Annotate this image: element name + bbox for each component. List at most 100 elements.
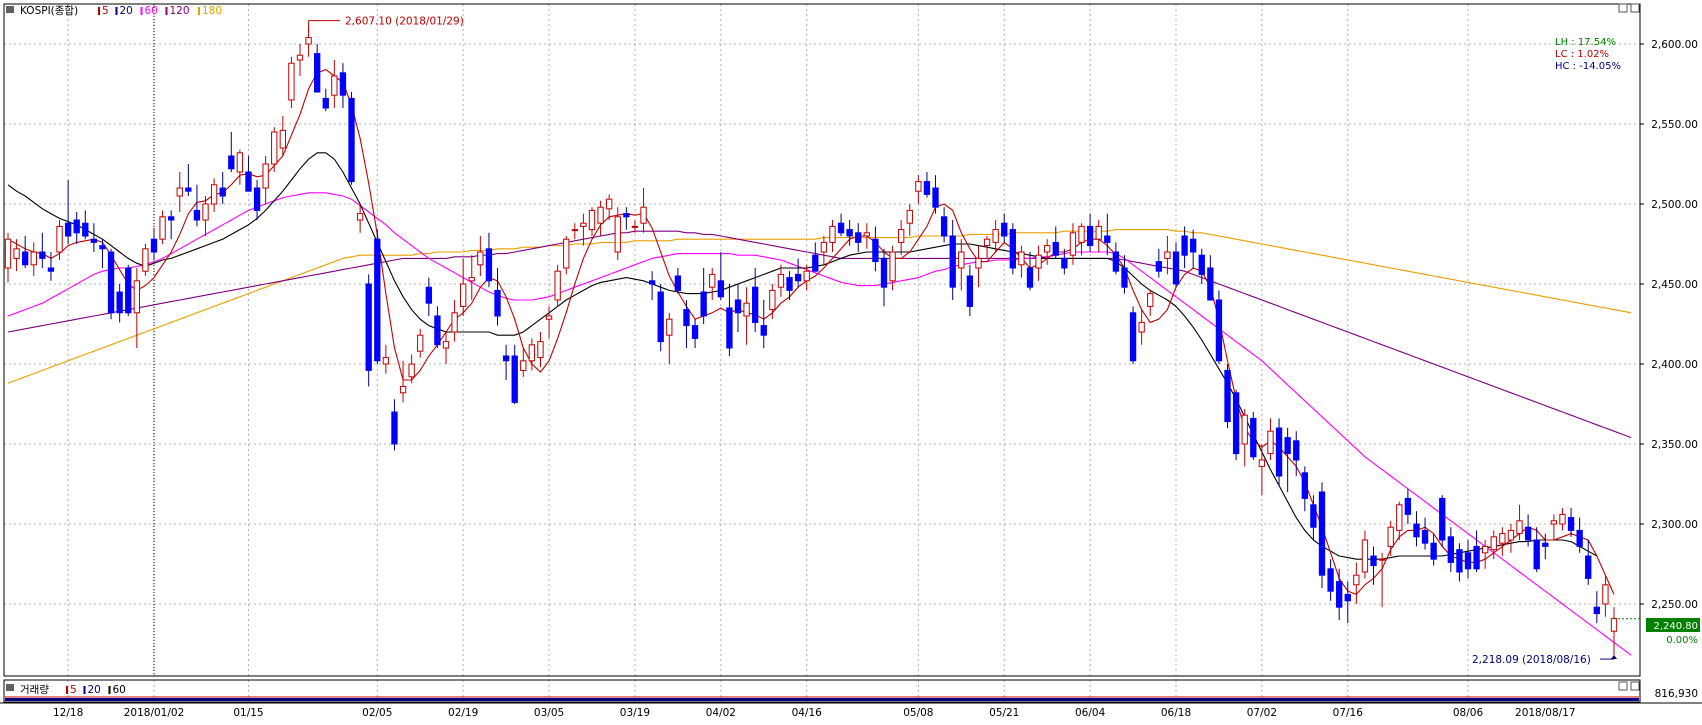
candle-body [743, 302, 750, 317]
volume-legend-swatch [83, 686, 86, 694]
candle-body [571, 229, 578, 232]
candle-body [30, 251, 37, 266]
close-icon[interactable] [1630, 3, 1640, 13]
candle-body [271, 131, 278, 165]
candle-body [408, 363, 415, 378]
candle-body [245, 171, 252, 192]
candle-body [803, 270, 810, 282]
candle-body [1576, 529, 1583, 547]
candle-body [374, 238, 381, 362]
candle-body [1293, 440, 1300, 461]
legend-period: 60 [145, 5, 158, 17]
candle-body [983, 238, 991, 247]
candle-body [1413, 523, 1420, 538]
candle-body [1542, 542, 1549, 547]
candle-body [288, 62, 295, 101]
candle [1215, 290, 1223, 364]
candle-body [1009, 229, 1016, 269]
candle-body [537, 341, 544, 359]
candle-body [159, 216, 166, 240]
candle-body [1121, 267, 1128, 288]
legend-swatch [165, 7, 168, 15]
candle-body [975, 257, 982, 269]
stat-hc: HC : -14.05% [1555, 61, 1621, 72]
candle-body [331, 75, 338, 96]
candle-body [829, 225, 836, 243]
candle-body [39, 251, 46, 259]
y-tick-label: 2,350.00 [1651, 439, 1698, 451]
candle-body [1404, 497, 1412, 515]
x-tick-label: 03/19 [620, 707, 650, 719]
candle-body [279, 129, 286, 149]
volume-close-icon[interactable] [1630, 681, 1640, 691]
candle-body [648, 280, 656, 285]
candle [365, 274, 372, 387]
x-tick-label: 01/15 [233, 707, 263, 719]
candle-body [13, 248, 20, 259]
volume-maximize-icon[interactable] [1618, 681, 1628, 691]
candle-body [1387, 526, 1394, 547]
x-tick-label: 12/18 [53, 707, 83, 719]
candle-body [949, 235, 956, 288]
volume-legend-title: 거래량 [20, 684, 49, 696]
candle-body [657, 291, 664, 343]
candle [1224, 364, 1231, 428]
candle-body [47, 267, 55, 272]
x-tick-label: 05/21 [989, 707, 1019, 719]
candle-body [812, 254, 819, 272]
candle-body [1310, 504, 1317, 528]
maximize-icon[interactable] [1618, 3, 1628, 13]
candle-body [442, 341, 450, 349]
candle-body [906, 209, 913, 224]
volume-legend-period: 5 [70, 684, 77, 696]
candle-body [1001, 222, 1008, 237]
x-tick-label: 08/06 [1453, 707, 1484, 719]
candle-body [116, 291, 123, 314]
candle-body [1104, 235, 1111, 243]
candle-body [1524, 526, 1532, 541]
candle-body [1593, 606, 1600, 615]
volume-toggle-icon[interactable] [6, 684, 14, 691]
candle-body [528, 344, 536, 362]
candle-body [837, 222, 845, 234]
chart-canvas: 2,600.00 2,550.00 2,500.00 2,450.00 2,400.00… [0, 0, 1702, 722]
volume-value: 816,930 [1655, 688, 1698, 700]
candle-body [1533, 539, 1540, 570]
candle-body [863, 232, 870, 237]
candle-body [356, 213, 364, 221]
y-tick-label: 2,400.00 [1651, 359, 1698, 371]
x-tick-label: 03/05 [534, 707, 564, 719]
candle-body [1044, 245, 1051, 253]
candle-body [880, 257, 888, 288]
candle-body [56, 225, 63, 253]
candle-body [228, 155, 235, 170]
candle-body [1602, 584, 1609, 605]
candle-body [520, 360, 527, 371]
candle-body [1138, 321, 1145, 333]
change-tag: 0.00% [1666, 635, 1698, 646]
candle-body [1499, 533, 1506, 544]
candle-body [1061, 257, 1068, 269]
candle-body [563, 238, 570, 269]
candle-body [477, 251, 484, 266]
stat-lc: LC : 1.02% [1555, 49, 1609, 60]
candle-body [640, 206, 647, 224]
x-tick-label: 06/18 [1161, 707, 1191, 719]
y-tick-label: 2,500.00 [1651, 199, 1698, 211]
volume-legend-period: 20 [88, 684, 101, 696]
candle-body [468, 277, 475, 282]
candle-body [1215, 299, 1223, 362]
x-tick-label: 2018/08/17 [1515, 707, 1576, 719]
candle-body [760, 325, 767, 336]
legend-toggle-icon[interactable] [6, 6, 14, 13]
y-tick-label: 2,300.00 [1651, 519, 1698, 531]
x-tick-label: 06/04 [1075, 707, 1106, 719]
y-tick-label: 2,450.00 [1651, 279, 1698, 291]
candle-body [734, 299, 742, 314]
candle-body [786, 277, 793, 291]
x-tick-label: 07/16 [1333, 707, 1364, 719]
candle-body [1284, 437, 1291, 455]
volume-band [5, 698, 1639, 701]
candle-body [382, 357, 390, 365]
candle-body [1232, 392, 1240, 455]
